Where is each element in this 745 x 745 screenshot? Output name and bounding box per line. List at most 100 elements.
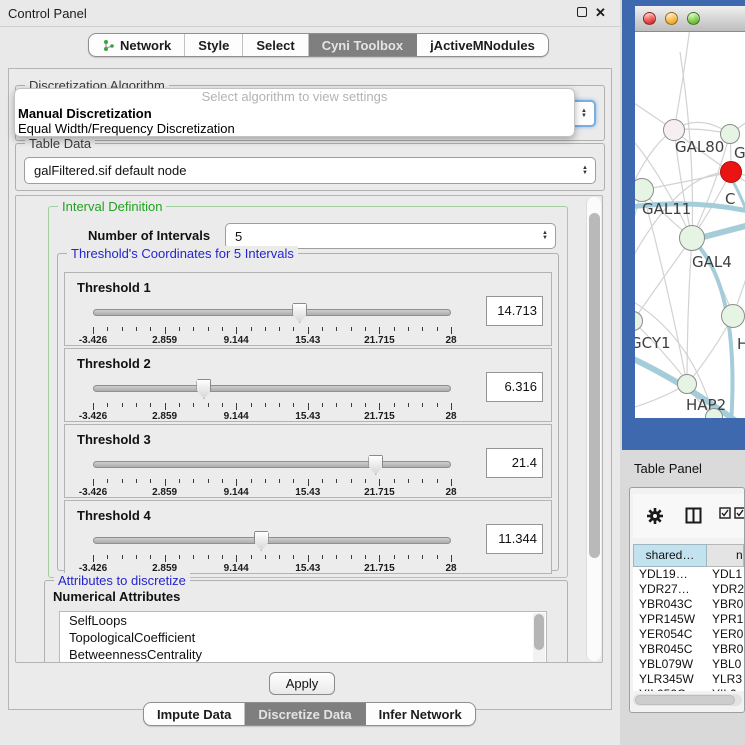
table-row[interactable]: YBR045CYBR0 [633, 642, 744, 657]
cell-shared-name[interactable]: YDL19… [633, 567, 707, 582]
cell-shared-name[interactable]: YIL052C [633, 687, 707, 691]
threshold-slider[interactable]: -3.4262.8599.14415.4321.71528 [93, 379, 451, 421]
settings-vertical-scrollbar[interactable] [586, 197, 601, 661]
gear-icon[interactable] [646, 507, 664, 525]
tab-discretize-data[interactable]: Discretize Data [245, 703, 365, 725]
table-row[interactable]: YDR27…YDR2 [633, 582, 744, 597]
slider-tick [394, 479, 395, 483]
cell-name[interactable]: YIL0 [707, 687, 744, 691]
table-hscroll-thumb[interactable] [635, 695, 735, 705]
threshold-value-field[interactable]: 14.713 [486, 296, 543, 326]
slider-track[interactable] [93, 385, 451, 392]
slider-handle[interactable] [254, 531, 269, 551]
cell-name[interactable]: YBR0 [707, 642, 744, 657]
column-header-name[interactable]: n [707, 544, 744, 567]
cell-shared-name[interactable]: YBR043C [633, 597, 707, 612]
slider-tick-label: 28 [429, 411, 473, 422]
attribute-list-item[interactable]: SelfLoops [60, 612, 546, 629]
mac-zoom-icon[interactable] [687, 12, 700, 25]
cell-shared-name[interactable]: YDR27… [633, 582, 707, 597]
slider-tick [451, 555, 452, 562]
tab-style[interactable]: Style [185, 34, 243, 56]
threshold-slider[interactable]: -3.4262.8599.14415.4321.71528 [93, 531, 451, 573]
cell-name[interactable]: YPR1 [707, 612, 744, 627]
tab-cyni-toolbox[interactable]: Cyni Toolbox [309, 34, 417, 56]
tab-impute-data[interactable]: Impute Data [144, 703, 245, 725]
slider-tick [322, 327, 323, 331]
network-window-titlebar[interactable] [635, 6, 745, 32]
slider-track[interactable] [93, 537, 451, 544]
threshold-slider[interactable]: -3.4262.8599.14415.4321.71528 [93, 455, 451, 497]
checkbox-icon[interactable] [719, 507, 731, 519]
table-row[interactable]: YIL052CYIL0 [633, 687, 744, 691]
checkbox-icon[interactable] [734, 507, 745, 519]
network-node[interactable] [720, 161, 742, 183]
cell-shared-name[interactable]: YLR345W [633, 672, 707, 687]
apply-button[interactable]: Apply [269, 672, 335, 695]
network-canvas[interactable]: GAL80GACGAL11GAL4GCY1HHAP2 [635, 32, 745, 418]
cell-name[interactable]: YDL1 [707, 567, 744, 582]
slider-tick [379, 327, 380, 334]
slider-tick [193, 327, 194, 331]
cell-name[interactable]: YDR2 [707, 582, 744, 597]
slider-track[interactable] [93, 309, 451, 316]
cell-shared-name[interactable]: YBL079W [633, 657, 707, 672]
threshold-slider[interactable]: -3.4262.8599.14415.4321.71528 [93, 303, 451, 345]
network-node[interactable] [720, 124, 740, 144]
table-row[interactable]: YBL079WYBL0 [633, 657, 744, 672]
table-horizontal-scrollbar[interactable] [633, 694, 742, 706]
network-node[interactable] [679, 225, 705, 251]
threshold-value-field[interactable]: 21.4 [486, 448, 543, 478]
mac-minimize-icon[interactable] [665, 12, 678, 25]
cell-shared-name[interactable]: YBR045C [633, 642, 707, 657]
tab-select[interactable]: Select [243, 34, 308, 56]
attribute-list-item[interactable]: TopologicalCoefficient [60, 629, 546, 646]
slider-handle[interactable] [292, 303, 307, 323]
table-row[interactable]: YER054CYER0 [633, 627, 744, 642]
tab-network[interactable]: Network [89, 34, 185, 56]
split-pane-icon[interactable] [685, 507, 702, 524]
attributes-list-scrollbar[interactable] [533, 613, 545, 663]
table-row[interactable]: YDL19…YDL1 [633, 567, 744, 582]
slider-tick [122, 403, 123, 407]
slider-handle[interactable] [196, 379, 211, 399]
network-node[interactable] [721, 304, 745, 328]
algorithm-prompt-item[interactable]: Select algorithm to view settings [15, 89, 574, 106]
algorithm-option[interactable]: Manual Discretization [15, 106, 574, 121]
slider-tick [93, 555, 94, 562]
mac-close-icon[interactable] [643, 12, 656, 25]
attributes-scroll-thumb[interactable] [534, 614, 544, 650]
slider-handle[interactable] [368, 455, 383, 475]
cell-shared-name[interactable]: YPR145W [633, 612, 707, 627]
slider-track[interactable] [93, 461, 451, 468]
cell-shared-name[interactable]: YER054C [633, 627, 707, 642]
tab-jactivemnodules[interactable]: jActiveMNodules [417, 34, 548, 56]
slider-tick [251, 403, 252, 407]
slider-tick [308, 327, 309, 334]
network-node[interactable] [677, 374, 697, 394]
column-header-shared-name[interactable]: shared… [633, 544, 707, 567]
cell-name[interactable]: YBL0 [707, 657, 744, 672]
cell-name[interactable]: YLR3 [707, 672, 744, 687]
numerical-attributes-list[interactable]: SelfLoopsTopologicalCoefficientBetweenne… [59, 611, 547, 663]
threshold-value-field[interactable]: 6.316 [486, 372, 543, 402]
algorithm-option[interactable]: Equal Width/Frequency Discretization [15, 121, 574, 136]
cell-name[interactable]: YER0 [707, 627, 744, 642]
slider-tick-label: 28 [429, 487, 473, 498]
close-panel-icon[interactable]: ✕ [595, 7, 606, 19]
tab-infer-network[interactable]: Infer Network [366, 703, 475, 725]
slider-tick-label: 21.715 [357, 563, 401, 574]
float-window-icon[interactable] [577, 7, 587, 17]
slider-tick [222, 403, 223, 407]
table-row[interactable]: YBR043CYBR0 [633, 597, 744, 612]
slider-tick [365, 555, 366, 559]
table-row[interactable]: YLR345WYLR3 [633, 672, 744, 687]
threshold-value-field[interactable]: 11.344 [486, 524, 543, 554]
slider-tick [379, 403, 380, 410]
settings-scroll-thumb[interactable] [589, 213, 600, 558]
attribute-list-item[interactable]: BetweennessCentrality [60, 646, 546, 663]
table-data-combobox[interactable]: galFiltered.sif default node ▲▼ [24, 157, 596, 184]
cell-name[interactable]: YBR0 [707, 597, 744, 612]
table-row[interactable]: YPR145WYPR1 [633, 612, 744, 627]
slider-tick-label: 2.859 [143, 411, 187, 422]
